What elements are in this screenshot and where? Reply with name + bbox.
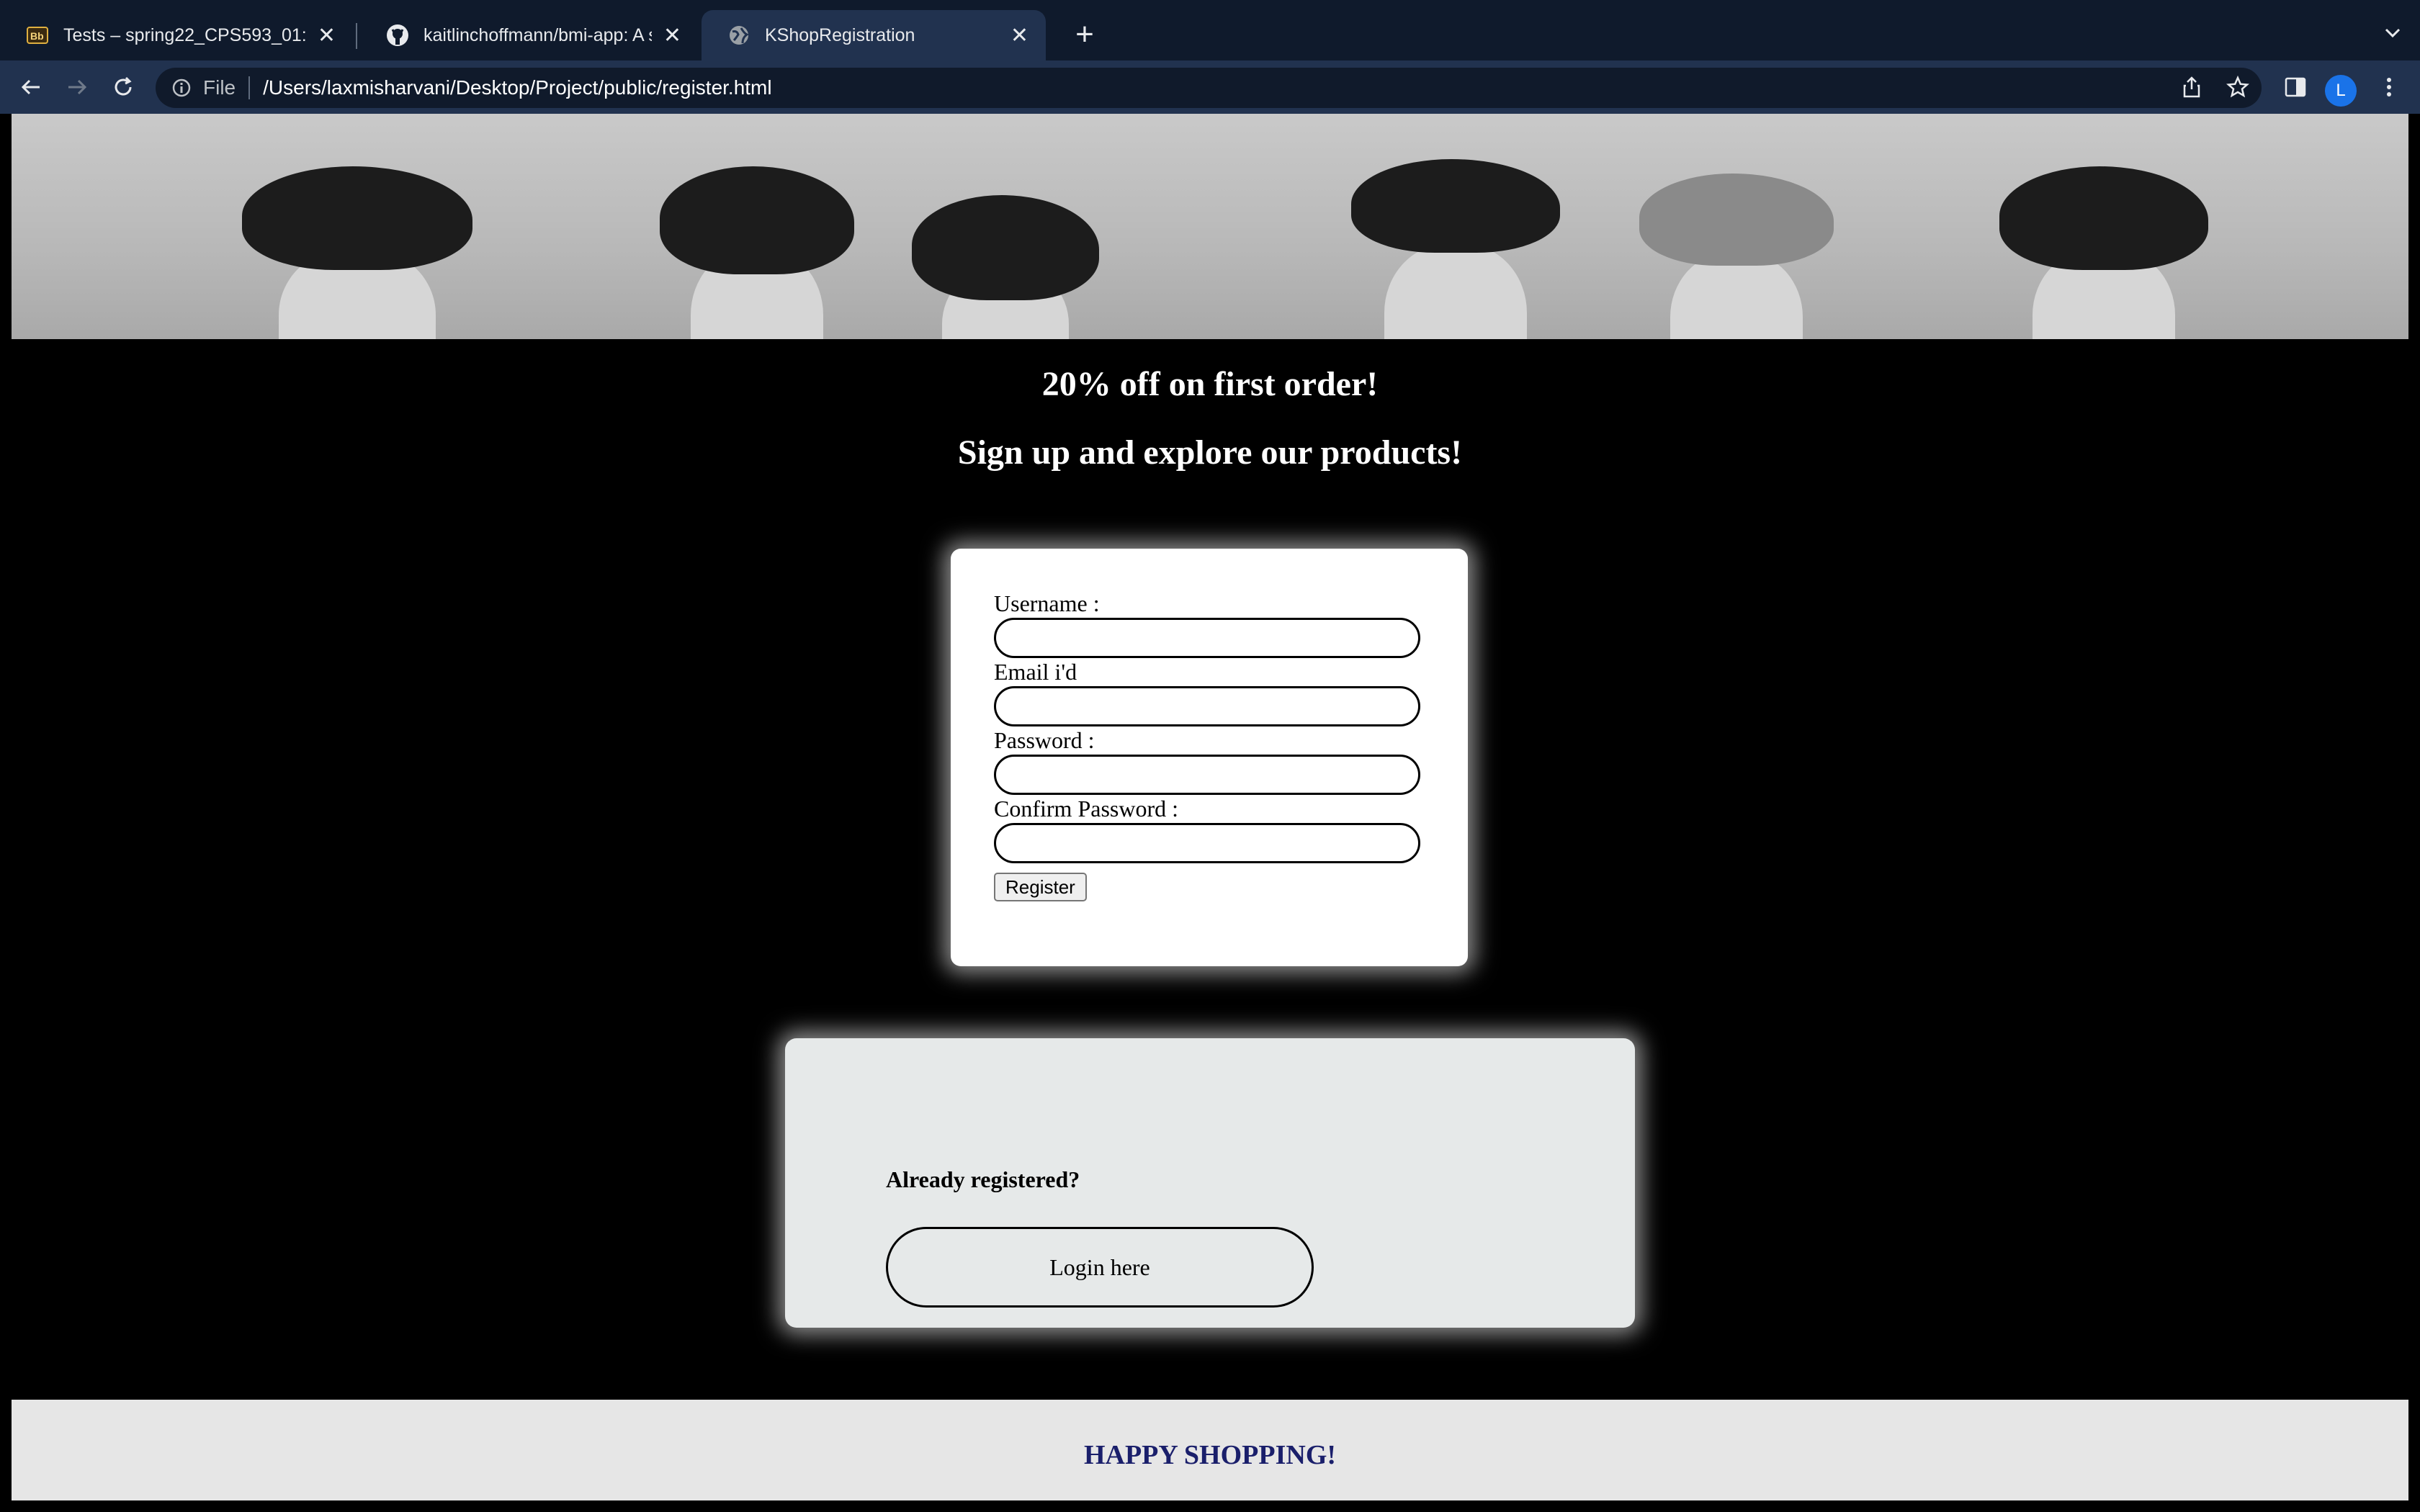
footer: HAPPY SHOPPING! (12, 1400, 2408, 1500)
tab-blackboard-tests[interactable]: Bb Tests – spring22_CPS593_01:\ ✕ (0, 10, 353, 60)
tab-kshop-registration[interactable]: KShopRegistration ✕ (702, 10, 1046, 60)
confirm-password-input[interactable] (994, 823, 1420, 863)
info-icon[interactable] (170, 76, 193, 99)
close-tab-icon[interactable]: ✕ (318, 23, 336, 48)
github-icon (386, 24, 409, 47)
close-tab-icon[interactable]: ✕ (663, 23, 681, 48)
close-tab-icon[interactable]: ✕ (1010, 23, 1028, 48)
register-button[interactable]: Register (994, 873, 1087, 901)
address-scheme-label: File (203, 76, 236, 99)
confirm-password-group: Confirm Password : (994, 796, 1468, 864)
tab-github-bmi-app[interactable]: kaitlinchoffmann/bmi-app: A si ✕ (360, 10, 699, 60)
password-group: Password : (994, 727, 1468, 796)
globe-icon (727, 24, 750, 47)
tab-separator (356, 23, 357, 49)
promo-heading: 20% off on first order! (1041, 365, 1379, 403)
svg-text:Bb: Bb (30, 30, 44, 42)
tab-title: Tests – spring22_CPS593_01:\ (63, 24, 306, 45)
more-menu-icon[interactable] (2372, 71, 2406, 104)
email-input[interactable] (994, 686, 1420, 726)
login-here-button[interactable]: Login here (886, 1227, 1314, 1308)
username-label: Username : (994, 590, 1100, 616)
back-arrow-icon[interactable] (14, 71, 48, 104)
forward-arrow-icon[interactable] (60, 71, 94, 104)
email-group: Email i'd (994, 659, 1468, 727)
signup-heading: Sign up and explore our products! (957, 433, 1463, 472)
header-banner-image (12, 114, 2408, 339)
banner-person (242, 166, 472, 339)
login-card: Already registered? Login here (785, 1038, 1635, 1328)
browser-toolbar: File /Users/laxmisharvani/Desktop/Projec… (0, 60, 2420, 114)
reload-icon[interactable] (107, 71, 140, 104)
banner-person (1639, 174, 1834, 339)
username-group: Username : (994, 590, 1468, 659)
password-label: Password : (994, 727, 1095, 753)
banner-person (1999, 166, 2208, 339)
new-tab-button[interactable]: + (1066, 16, 1103, 53)
tab-search-chevron-icon[interactable] (2377, 17, 2408, 49)
tab-title: kaitlinchoffmann/bmi-app: A si (424, 24, 652, 45)
bookmark-star-icon[interactable] (2221, 71, 2254, 104)
address-bar[interactable]: File /Users/laxmisharvani/Desktop/Projec… (156, 68, 2262, 108)
share-icon[interactable] (2175, 71, 2208, 104)
banner-person (660, 166, 854, 339)
username-input[interactable] (994, 618, 1420, 658)
footer-text: HAPPY SHOPPING! (1083, 1440, 1337, 1470)
tab-title: KShopRegistration (765, 24, 915, 45)
password-input[interactable] (994, 755, 1420, 795)
registration-form: Username : Email i'd Password : Confirm … (951, 549, 1468, 966)
side-panel-icon[interactable] (2279, 71, 2312, 104)
profile-avatar[interactable]: L (2325, 75, 2357, 107)
already-registered-text: Already registered? (886, 1166, 1080, 1192)
banner-person (912, 195, 1099, 339)
tab-strip: Bb Tests – spring22_CPS593_01:\ ✕ kaitli… (0, 0, 2420, 60)
confirm-password-label: Confirm Password : (994, 796, 1178, 822)
blackboard-icon: Bb (26, 24, 49, 47)
email-label: Email i'd (994, 659, 1077, 685)
address-divider (248, 76, 251, 99)
url-text[interactable]: /Users/laxmisharvani/Desktop/Project/pub… (263, 76, 771, 99)
banner-person (1351, 159, 1560, 339)
